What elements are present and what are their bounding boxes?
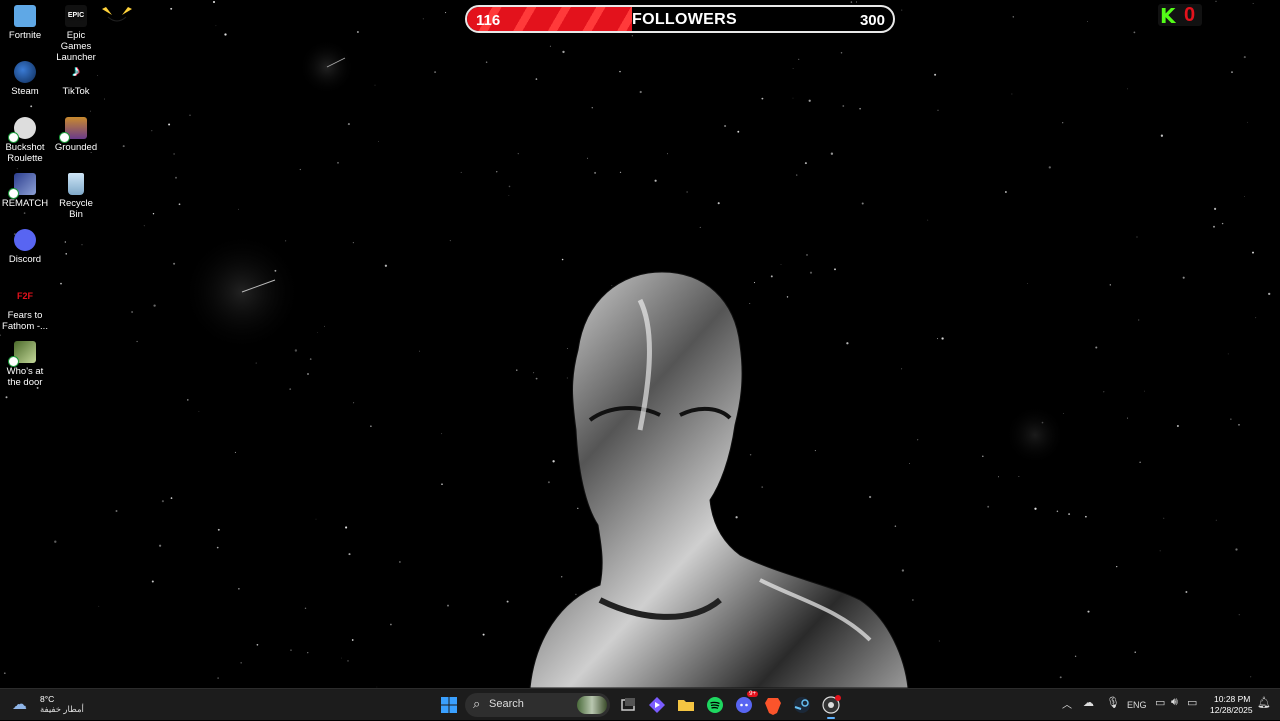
- battery-icon[interactable]: ▭: [1187, 696, 1197, 709]
- active-app-indicator: [827, 717, 835, 719]
- discord-icon: [14, 229, 36, 251]
- desktop-icon-tiktok[interactable]: ♪ TikTok: [51, 61, 101, 97]
- shortcut-badge-icon: [8, 132, 19, 143]
- steam-icon: [14, 61, 36, 83]
- taskbar-app-file-explorer[interactable]: [675, 694, 697, 716]
- show-hidden-icons-chevron-up-icon[interactable]: ︿: [1062, 696, 1072, 711]
- desktop-icon-steam[interactable]: Steam: [0, 61, 50, 97]
- start-button[interactable]: [438, 694, 460, 716]
- shortcut-badge-icon: [8, 356, 19, 367]
- taskbar-app-discord[interactable]: 9+: [733, 691, 758, 716]
- desktop-icon-recycle-bin[interactable]: Recycle Bin: [51, 173, 101, 220]
- weather-temperature: 8°C: [40, 694, 55, 704]
- fears-to-fathom-icon: F2F: [16, 291, 33, 301]
- notification-bell-icon[interactable]: 🔔︎: [1257, 696, 1271, 709]
- kick-logo-icon: K: [1160, 4, 1176, 28]
- tiktok-icon: ♪: [72, 63, 80, 80]
- taskbar: ☁ 8°C أمطار خفيفة ⌕ Search 9+ ︿ ☁ �: [0, 688, 1280, 720]
- search-label: Search: [489, 698, 524, 710]
- microphone-icon[interactable]: 🎙︎: [1106, 696, 1120, 709]
- kick-viewer-widget: K 0: [1158, 4, 1202, 28]
- folder-icon: [678, 700, 694, 711]
- taskbar-app-spotify[interactable]: [704, 694, 726, 716]
- weather-widget[interactable]: ☁ 8°C أمطار خفيفة: [6, 689, 86, 721]
- desktop-icon-rematch[interactable]: REMATCH: [0, 173, 50, 209]
- recycle-bin-icon: [68, 173, 84, 195]
- desktop-icon-label: Fortnite: [8, 30, 42, 41]
- desktop-icon-whos-at-the-door[interactable]: Who's at the door: [0, 341, 50, 388]
- desktop-icon-label: Epic Games Launcher: [56, 30, 96, 63]
- buckshot-roulette-icon: [8, 117, 36, 143]
- obs-recording-icon: [822, 695, 841, 714]
- taskbar-app-brave[interactable]: [762, 694, 784, 716]
- language-indicator[interactable]: ENG: [1127, 700, 1147, 710]
- taskbar-search-box[interactable]: ⌕ Search: [465, 693, 610, 717]
- diamond-app-icon: [649, 697, 665, 713]
- desktop-icon-label: Discord: [8, 254, 42, 265]
- search-highlight-image: [577, 696, 607, 714]
- search-icon: ⌕: [473, 696, 481, 711]
- shortcut-badge-icon: [8, 188, 19, 199]
- taskbar-app-obs[interactable]: [820, 694, 842, 719]
- desktop-icon-grounded[interactable]: Grounded: [51, 117, 101, 153]
- weather-description: أمطار خفيفة: [40, 704, 84, 714]
- desktop-icon-epic-games-launcher[interactable]: EPIC Epic Games Launcher: [51, 5, 101, 63]
- desktop-icon-label: TikTok: [62, 86, 90, 97]
- whos-at-the-door-icon: [8, 341, 36, 367]
- desktop-icon-label: Steam: [11, 86, 39, 97]
- desktop-icon-label: Grounded: [54, 142, 98, 153]
- taskbar-app-steam[interactable]: [791, 694, 813, 716]
- discord-icon: [736, 697, 752, 713]
- steam-icon: [794, 697, 810, 713]
- desktop-icon-label: REMATCH: [1, 198, 49, 209]
- brave-lion-icon: [765, 698, 781, 715]
- fortnite-icon: [14, 5, 36, 27]
- demon-eyes-widget-icon: [100, 3, 134, 25]
- kick-viewer-count: 0: [1184, 4, 1196, 26]
- clock-date: 12/28/2025: [1210, 705, 1253, 715]
- epic-games-icon: EPIC: [65, 5, 87, 27]
- desktop-icon-label: Recycle Bin: [59, 198, 93, 220]
- weather-cloud-rain-icon: ☁: [12, 696, 27, 713]
- discord-notification-badge: 9+: [747, 691, 758, 697]
- desktop-icon-fortnite[interactable]: Fortnite: [0, 5, 50, 41]
- desktop-icon-label: Who's at the door: [6, 366, 44, 388]
- spotify-icon: [707, 697, 723, 713]
- shortcut-badge-icon: [59, 132, 70, 143]
- desktop-icon-fears-to-fathom[interactable]: F2F Fears to Fathom -...: [0, 285, 50, 332]
- grounded-icon: [59, 117, 87, 143]
- desktop-icon-label: Buckshot Roulette: [5, 142, 45, 164]
- task-view-icon: [621, 698, 635, 711]
- desktop-icon-discord[interactable]: Discord: [0, 229, 50, 265]
- desktop-wallpaper: [0, 0, 1280, 688]
- network-monitor-icon[interactable]: ▭: [1155, 696, 1165, 709]
- desktop-icon-buckshot-roulette[interactable]: Buckshot Roulette: [0, 117, 50, 164]
- tray-weather-app-icon[interactable]: ☁: [1083, 696, 1094, 709]
- task-view-button[interactable]: [617, 694, 639, 716]
- taskbar-app-copilot[interactable]: [646, 694, 668, 716]
- follower-goal-target: 300: [859, 12, 885, 29]
- windows-logo-icon: [441, 697, 457, 713]
- follower-goal-label: FOLLOWERS: [632, 11, 737, 28]
- volume-icon[interactable]: 🔊︎: [1171, 696, 1178, 709]
- clock-time: 10:28 PM: [1214, 694, 1251, 704]
- desktop-icon-label: Fears to Fathom -...: [2, 310, 48, 332]
- follower-current-count: 116: [476, 12, 501, 29]
- follower-goal-bar: 116 FOLLOWERS 300: [465, 5, 895, 33]
- rematch-icon: [8, 173, 36, 199]
